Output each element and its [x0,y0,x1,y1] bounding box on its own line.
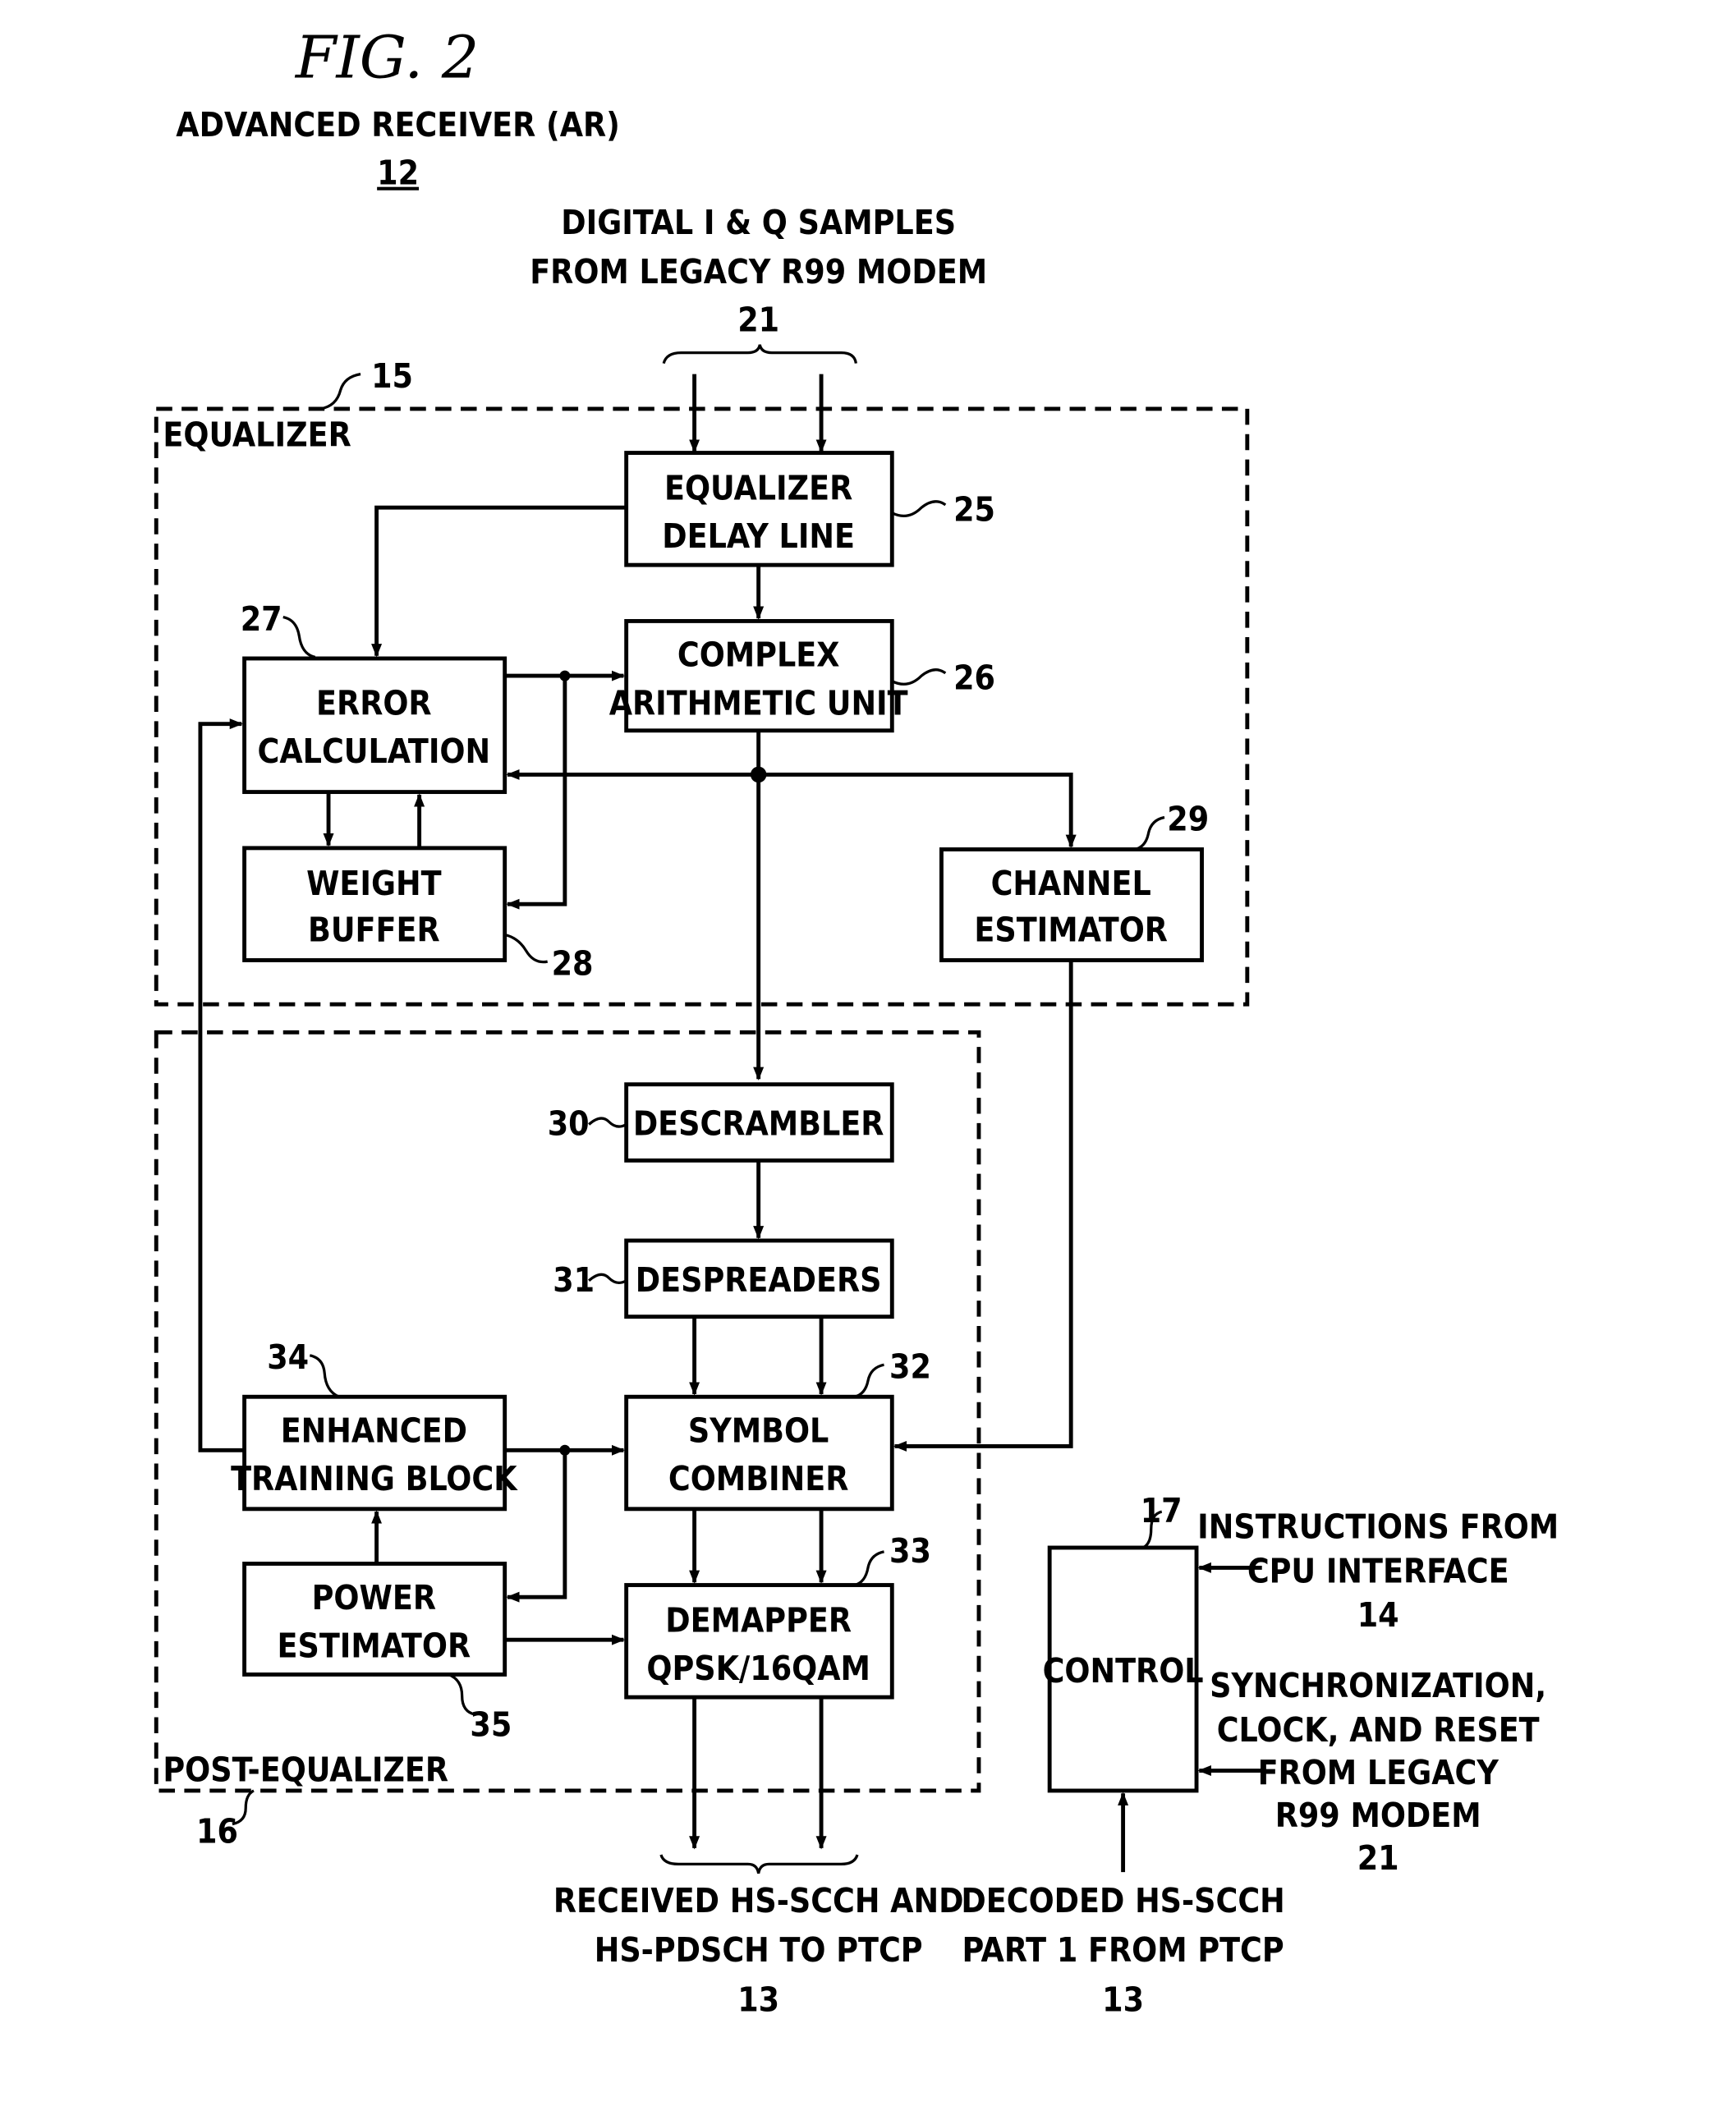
post-equalizer-group-ref: 16 [196,1811,238,1851]
svg-text:SYMBOL: SYMBOL [688,1411,829,1451]
conn-training-to-error [198,718,245,1452]
svg-text:DEMAPPER: DEMAPPER [665,1600,852,1640]
block-demapper: DEMAPPER QPSK/16QAM [624,1583,894,1700]
svg-text:COMBINER: COMBINER [668,1459,849,1498]
svg-text:TRAINING BLOCK: TRAINING BLOCK [231,1459,518,1498]
cpu-input-ref: 14 [1357,1595,1399,1635]
ref-33: 33 [889,1531,931,1571]
leader-32 [854,1363,884,1398]
conn-delay-to-error [371,505,627,658]
ref-28: 28 [552,943,594,983]
block-descrambler: DESCRAMBLER [624,1082,894,1163]
leader-26 [891,668,947,686]
sync-input-label-line4: R99 MODEM [1275,1796,1481,1835]
figure-ref: 12 [377,154,419,193]
sync-input-label-line2: CLOCK, AND RESET [1217,1710,1540,1750]
sync-input-ref: 21 [1357,1838,1399,1878]
ref-17: 17 [1141,1491,1183,1530]
leader-27 [282,615,316,658]
svg-text:BUFFER: BUFFER [308,911,440,950]
decoded-input-label-line2: PART 1 FROM PTCP [962,1930,1284,1970]
svg-text:WEIGHT: WEIGHT [306,864,442,903]
svg-text:CALCULATION: CALCULATION [258,732,491,771]
conn-cau-to-channel [758,773,1077,848]
block-complex-arithmetic-unit: COMPLEX ARITHMETIC UNIT [609,619,908,733]
svg-text:DESCRAMBLER: DESCRAMBLER [633,1104,884,1144]
conn-error-to-weight [506,676,567,910]
svg-text:ESTIMATOR: ESTIMATOR [278,1626,471,1665]
iq-input-label-line1: DIGITAL I & Q SAMPLES [561,203,956,242]
block-channel-estimator: CHANNEL ESTIMATOR [939,847,1204,962]
svg-text:ERROR: ERROR [316,683,432,723]
svg-text:DESPREADERS: DESPREADERS [636,1260,882,1300]
block-enhanced-training: ENHANCED TRAINING BLOCK [231,1394,518,1512]
sync-input-label-line3: FROM LEGACY [1258,1753,1499,1792]
output-label-line2: HS-PDSCH TO PTCP [595,1930,923,1970]
leader-34 [309,1354,340,1398]
leader-28 [504,933,549,964]
post-equalizer-group-label: POST-EQUALIZER [163,1750,448,1790]
block-power-estimator: POWER ESTIMATOR [242,1562,507,1677]
svg-text:ESTIMATOR: ESTIMATOR [974,911,1168,950]
svg-text:ENHANCED: ENHANCED [281,1411,467,1451]
block-despreaders: DESPREADERS [624,1238,894,1319]
figure-title: FIG. 2 [294,24,480,92]
cpu-input-label-line1: INSTRUCTIONS FROM [1197,1507,1559,1547]
ref-34: 34 [267,1337,309,1377]
svg-text:CONTROL: CONTROL [1043,1651,1204,1691]
equalizer-group-ref: 15 [371,356,413,396]
block-weight-buffer: WEIGHT BUFFER [242,846,507,962]
cpu-input-label-line2: CPU INTERFACE [1247,1551,1509,1590]
figure-subtitle: ADVANCED RECEIVER (AR) [176,105,620,145]
svg-text:COMPLEX: COMPLEX [677,635,840,675]
iq-input-brace [662,344,857,365]
iq-input-ref: 21 [737,301,779,340]
block-control: CONTROL [1043,1545,1204,1793]
ref-25: 25 [953,489,995,529]
leader-25 [891,500,947,517]
svg-text:CHANNEL: CHANNEL [991,864,1151,903]
ref-30: 30 [548,1104,590,1144]
leader-30 [588,1117,627,1128]
equalizer-group-leader [319,372,361,411]
decoded-input-label-line1: DECODED HS-SCCH [961,1881,1284,1920]
leader-33 [854,1550,884,1587]
leader-29 [1134,815,1165,851]
iq-input-label-line2: FROM LEGACY R99 MODEM [530,252,987,291]
svg-text:DELAY LINE: DELAY LINE [662,516,855,556]
ref-32: 32 [889,1347,931,1386]
svg-text:POWER: POWER [312,1578,436,1617]
output-brace [659,1854,859,1874]
output-label-line1: RECEIVED HS-SCCH AND [553,1881,964,1920]
equalizer-group-label: EQUALIZER [163,415,351,454]
sync-input-label-line1: SYNCHRONIZATION, [1210,1666,1546,1705]
output-ref: 13 [737,1980,779,2019]
ref-26: 26 [953,658,995,697]
svg-text:EQUALIZER: EQUALIZER [664,468,852,507]
decoded-input-ref: 13 [1102,1980,1144,2019]
block-diagram: FIG. 2 ADVANCED RECEIVER (AR) 12 DIGITAL… [154,24,1559,2019]
block-equalizer-delay-line: EQUALIZER DELAY LINE [624,451,894,567]
svg-text:QPSK/16QAM: QPSK/16QAM [646,1649,870,1688]
svg-text:ARITHMETIC UNIT: ARITHMETIC UNIT [609,683,908,723]
ref-35: 35 [470,1705,512,1744]
ref-27: 27 [241,599,282,639]
block-error-calculation: ERROR CALCULATION [242,656,507,795]
ref-29: 29 [1167,800,1209,839]
block-symbol-combiner: SYMBOL COMBINER [624,1394,894,1512]
